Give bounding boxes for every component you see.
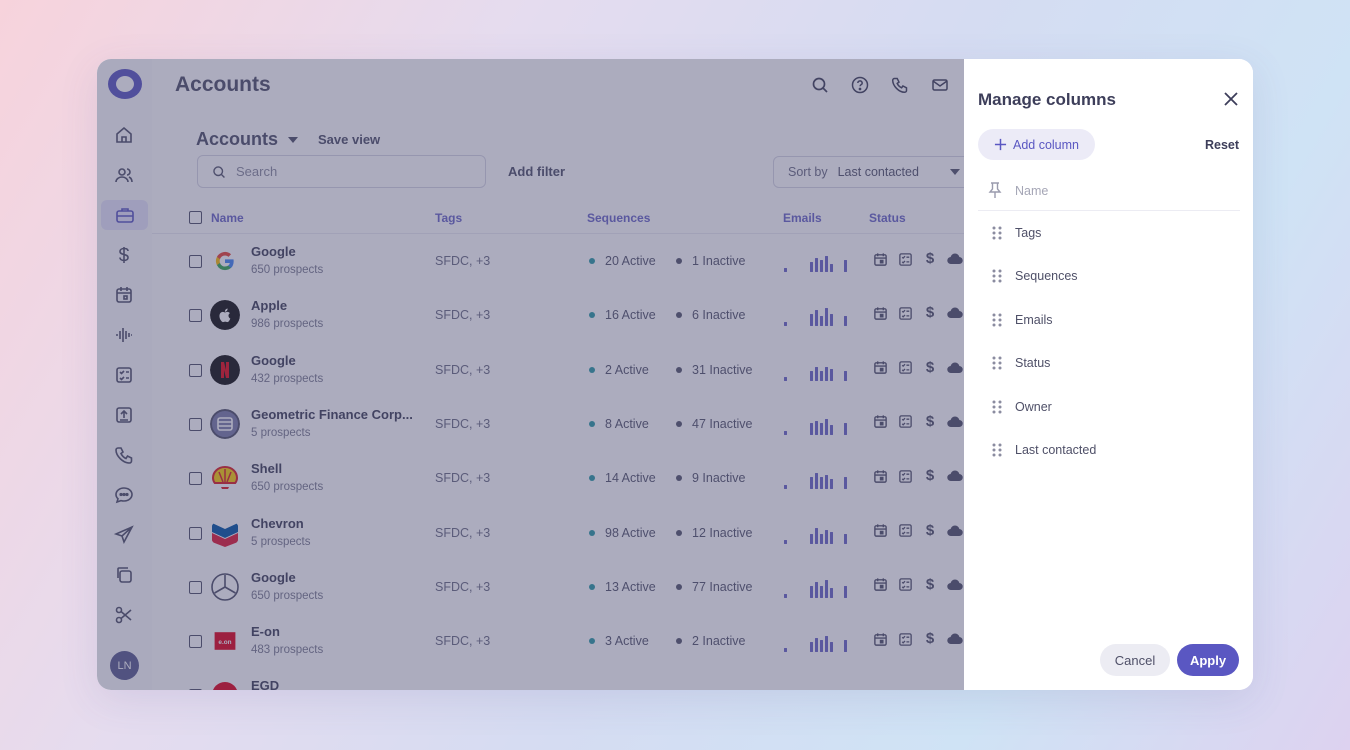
panel-title: Manage columns [978, 90, 1116, 109]
pinned-column-name: Name [978, 171, 1240, 211]
drag-handle-icon[interactable] [991, 225, 1003, 241]
cancel-button[interactable]: Cancel [1100, 644, 1170, 676]
drag-handle-icon[interactable] [991, 268, 1003, 284]
pin-icon [988, 182, 1002, 198]
column-item[interactable]: Emails [978, 302, 1240, 338]
column-item-label: Sequences [1015, 269, 1078, 284]
apply-button[interactable]: Apply [1177, 644, 1239, 676]
app-window: LN Accounts Accounts Save view Add filte… [97, 59, 1253, 690]
reset-button[interactable]: Reset [1205, 138, 1239, 152]
drag-handle-icon[interactable] [991, 442, 1003, 458]
column-item[interactable]: Owner [978, 389, 1240, 425]
column-item-label: Emails [1015, 312, 1053, 327]
add-column-label: Add column [1012, 137, 1079, 152]
drag-handle-icon[interactable] [991, 399, 1003, 415]
column-item[interactable]: Last contacted [978, 432, 1240, 468]
pinned-column-label: Name [1015, 184, 1049, 198]
column-item-label: Tags [1015, 226, 1042, 240]
add-column-button[interactable]: Add column [978, 129, 1095, 160]
drag-handle-icon[interactable] [991, 312, 1003, 328]
close-icon[interactable] [1222, 90, 1240, 108]
column-item-label: Status [1015, 356, 1051, 371]
manage-columns-panel: Manage columns Add column Reset Name Tag… [964, 59, 1253, 690]
drag-handle-icon[interactable] [991, 355, 1003, 371]
modal-overlay[interactable] [97, 59, 964, 690]
column-item[interactable]: Status [978, 345, 1240, 381]
column-item-label: Owner [1015, 399, 1052, 414]
column-item-label: Last contacted [1015, 443, 1097, 457]
plus-icon [994, 138, 1007, 151]
column-item[interactable]: Tags [978, 215, 1240, 251]
column-item[interactable]: Sequences [978, 258, 1240, 294]
